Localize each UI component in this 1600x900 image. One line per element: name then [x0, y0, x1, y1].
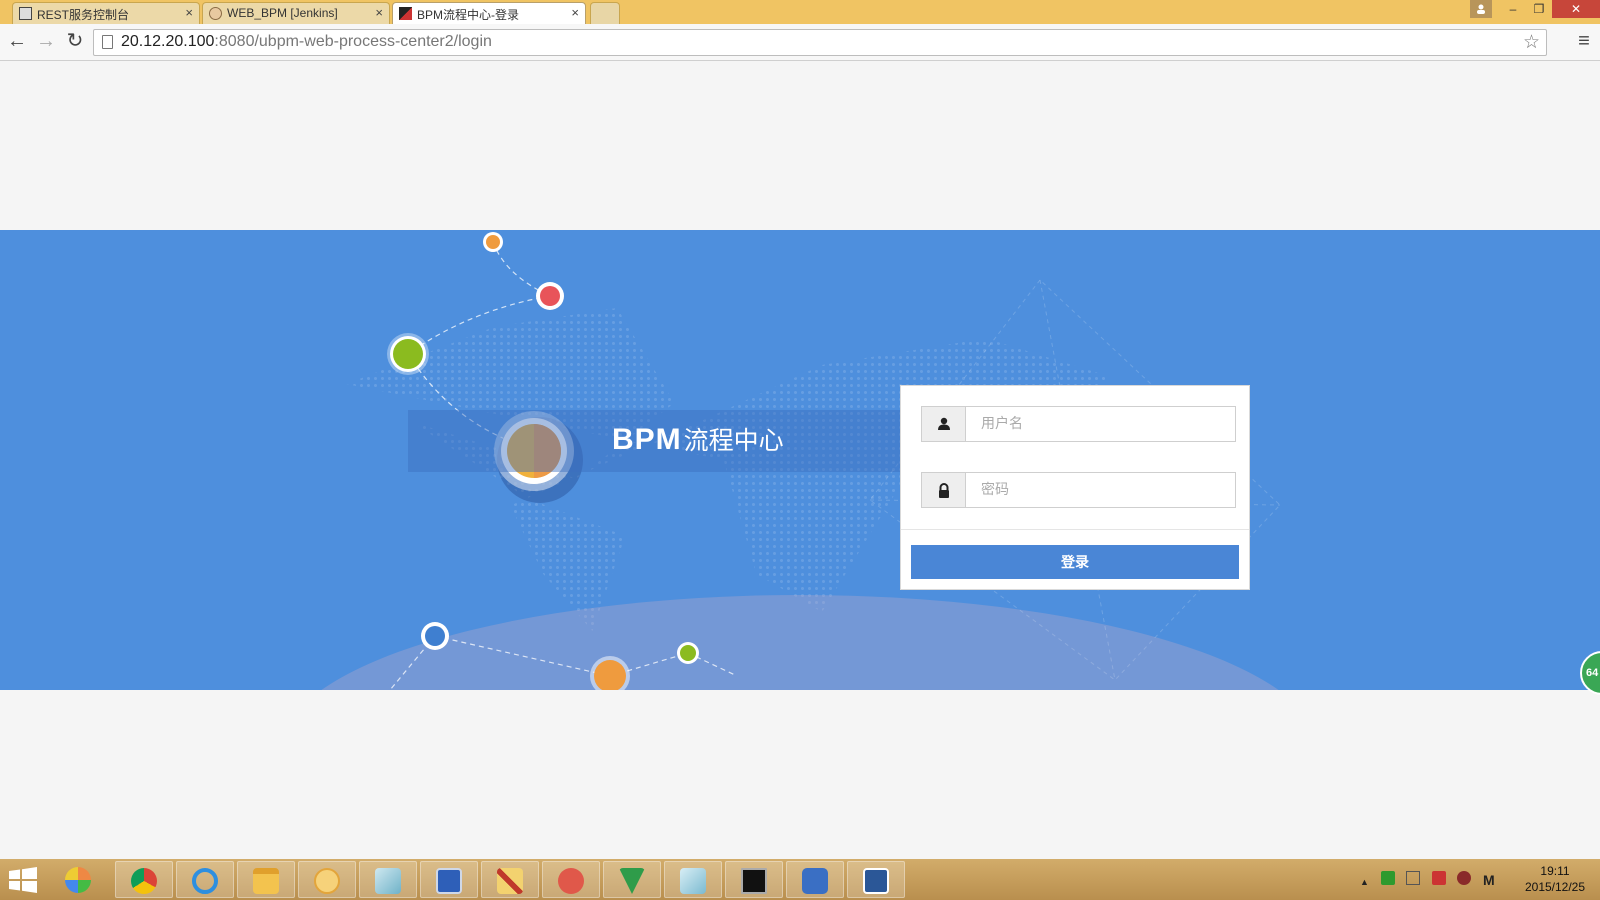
login-banner: BPM流程中心 — [0, 230, 1600, 690]
word-icon[interactable] — [847, 861, 905, 898]
username-input[interactable] — [967, 407, 1235, 441]
close-window-button[interactable]: ✕ — [1552, 0, 1600, 18]
input-method-icon[interactable]: M — [1483, 872, 1495, 888]
bookmark-star-icon[interactable]: ☆ — [1523, 31, 1540, 54]
start-icon[interactable] — [8, 867, 38, 893]
rest-favicon-icon — [19, 7, 32, 20]
clock-date: 2015/12/25 — [1524, 880, 1586, 894]
notes-icon[interactable] — [359, 861, 417, 898]
windows-taskbar: ▲ M 19:11 2015/12/25 — [0, 859, 1600, 900]
snail-icon[interactable] — [542, 861, 600, 898]
system-tray: ▲ M — [1360, 871, 1503, 888]
password-field[interactable] — [921, 472, 1236, 508]
page-viewport: BPM流程中心 登录 64 — [0, 61, 1600, 859]
lock-icon — [922, 473, 966, 507]
address-bar[interactable]: 20.12.20.100:8080/ubpm-web-process-cente… — [93, 29, 1547, 56]
system-clock[interactable]: 19:11 2015/12/25 — [1515, 863, 1595, 895]
tab-bpm-login[interactable]: BPM流程中心-登录 × — [392, 2, 586, 24]
password-input[interactable] — [967, 473, 1235, 507]
username-field[interactable] — [921, 406, 1236, 442]
chrome-icon[interactable] — [115, 861, 173, 898]
tray-expand-icon[interactable]: ▲ — [1360, 877, 1369, 887]
user-profile-icon[interactable] — [1470, 0, 1492, 18]
url-text: 20.12.20.100:8080/ubpm-web-process-cente… — [121, 33, 492, 50]
minimize-button[interactable]: – — [1500, 0, 1526, 18]
bpm-logo: BPM流程中心 — [612, 423, 784, 456]
tab-label: BPM流程中心-登录 — [417, 8, 520, 22]
browser-toolbar: ← → ↻ 20.12.20.100:8080/ubpm-web-process… — [0, 24, 1600, 61]
reload-icon[interactable]: ↻ — [63, 30, 87, 54]
new-tab-button[interactable] — [590, 2, 620, 24]
clock-time: 19:11 — [1540, 864, 1570, 878]
bpm-favicon-icon — [399, 7, 412, 20]
back-arrow-icon[interactable]: ← — [5, 30, 29, 54]
close-icon[interactable]: × — [375, 5, 383, 20]
restore-button[interactable]: ❐ — [1526, 0, 1552, 18]
tab-label: REST服务控制台 — [37, 8, 130, 22]
tab-rest-console[interactable]: REST服务控制台 × — [12, 2, 200, 24]
network-activity-icon[interactable] — [1380, 871, 1395, 885]
colorful-app-icon[interactable] — [50, 861, 108, 898]
login-button[interactable]: 登录 — [911, 545, 1239, 579]
notes2-icon[interactable] — [664, 861, 722, 898]
close-icon[interactable]: × — [185, 5, 193, 20]
tab-jenkins[interactable]: WEB_BPM [Jenkins] × — [202, 2, 390, 24]
close-icon[interactable]: × — [571, 5, 579, 20]
page-icon — [102, 35, 113, 49]
tools-icon[interactable] — [481, 861, 539, 898]
tab-label: WEB_BPM [Jenkins] — [227, 6, 338, 20]
forward-arrow-icon[interactable]: → — [34, 30, 58, 54]
tray-app-icon[interactable] — [1406, 871, 1421, 885]
ie-icon[interactable] — [176, 861, 234, 898]
user-icon — [922, 407, 966, 441]
outlook-icon[interactable] — [298, 861, 356, 898]
green-app-icon[interactable] — [603, 861, 661, 898]
browser-titlebar: REST服务控制台 × WEB_BPM [Jenkins] × BPM流程中心-… — [0, 0, 1600, 24]
menu-icon[interactable]: ≡ — [1572, 30, 1596, 54]
login-form: 登录 — [900, 385, 1250, 590]
form-divider — [901, 529, 1249, 530]
jenkins-favicon-icon — [209, 7, 222, 20]
sync-icon[interactable] — [786, 861, 844, 898]
network-icon[interactable] — [1457, 871, 1472, 885]
remote-desktop-icon[interactable] — [420, 861, 478, 898]
flag-alert-icon[interactable] — [1431, 871, 1446, 885]
file-explorer-icon[interactable] — [237, 861, 295, 898]
cmd-icon[interactable] — [725, 861, 783, 898]
